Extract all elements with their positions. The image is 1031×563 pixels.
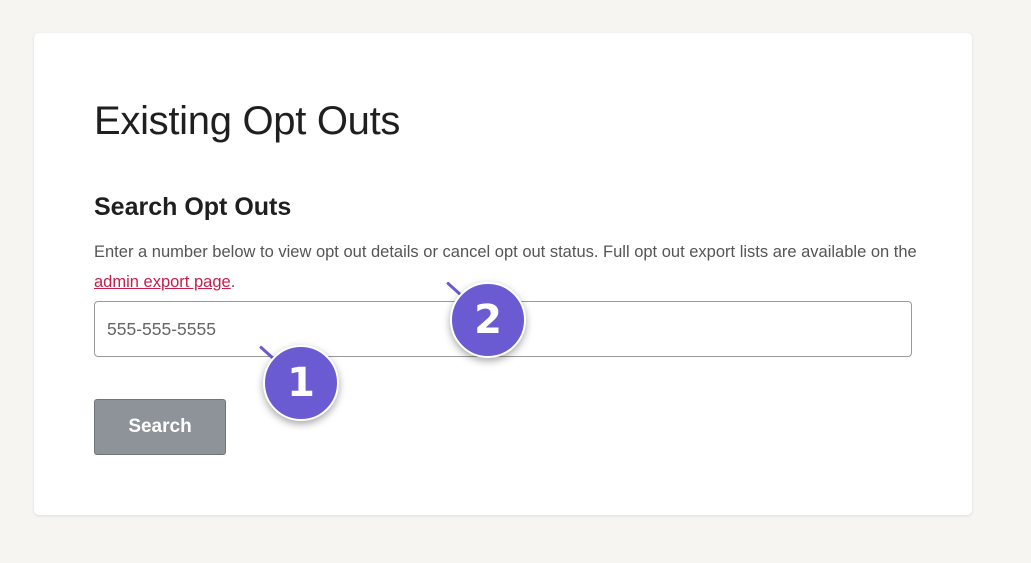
marker-1-badge: 1	[263, 345, 339, 421]
description-period: .	[230, 273, 236, 291]
section-title: Search Opt Outs	[94, 193, 292, 221]
search-button[interactable]: Search	[94, 399, 226, 455]
description-text: Enter a number below to view opt out det…	[94, 243, 917, 261]
admin-export-link[interactable]: admin export page	[94, 273, 231, 291]
marker-2-badge: 2	[450, 282, 526, 358]
page-title: Existing Opt Outs	[94, 99, 401, 143]
opt-outs-card: Existing Opt Outs Search Opt Outs Enter …	[34, 33, 972, 515]
